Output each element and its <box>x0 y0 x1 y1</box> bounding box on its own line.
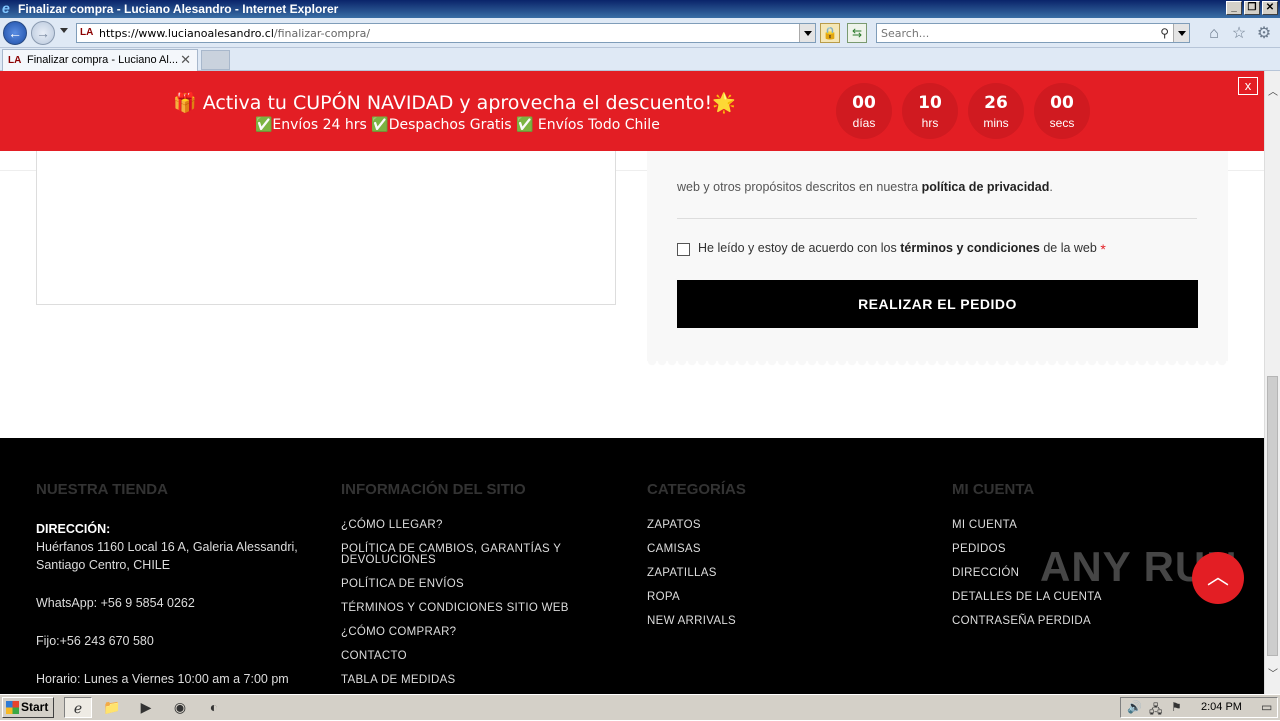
footer-link-mi-cuenta[interactable]: MI CUENTA <box>952 519 1242 531</box>
footer-account-heading: MI CUENTA <box>952 481 1035 498</box>
footer-link-contacto[interactable]: CONTACTO <box>341 650 631 662</box>
clock: 2:04 PM <box>1201 701 1242 713</box>
footer-store: NUESTRA TIENDA DIRECCIÓN: Huérfanos 1160… <box>36 481 326 688</box>
promo-close-button[interactable]: x <box>1238 77 1258 95</box>
back-button[interactable]: ← <box>3 21 27 45</box>
window-title: Finalizar compra - Luciano Alesandro - I… <box>18 2 339 16</box>
footer-categories-heading: CATEGORÍAS <box>647 481 746 498</box>
terms-checkbox[interactable] <box>677 242 690 256</box>
edge-taskbar-icon[interactable]: ◐ <box>200 697 228 718</box>
terms-link[interactable]: términos y condiciones <box>900 241 1040 255</box>
search-icon[interactable]: ⚲ <box>1160 26 1169 40</box>
forward-button[interactable]: → <box>31 21 55 45</box>
restore-button[interactable]: ❐ <box>1244 1 1260 15</box>
page-scrollbar[interactable]: ︿ ﹀ <box>1264 71 1280 694</box>
countdown-days: 00 días <box>836 83 892 139</box>
history-dropdown-icon[interactable] <box>60 28 68 33</box>
scrollbar-thumb[interactable] <box>1267 376 1278 656</box>
terms-row: He leído y estoy de acuerdo con los térm… <box>677 241 1106 257</box>
countdown-hours: 10 hrs <box>902 83 958 139</box>
search-box[interactable]: ⚲ <box>876 23 1190 43</box>
ie-taskbar-icon[interactable]: ℯ <box>64 697 92 718</box>
promo-headline: 🎁 Activa tu CUPÓN NAVIDAD y aprovecha el… <box>173 92 736 114</box>
search-dropdown-icon[interactable] <box>1173 24 1189 42</box>
show-desktop-icon[interactable]: ▭ <box>1261 700 1272 714</box>
footer-store-heading: NUESTRA TIENDA <box>36 481 168 498</box>
whatsapp-number[interactable]: WhatsApp: +56 9 5854 0262 <box>36 594 326 612</box>
address-dropdown-icon[interactable] <box>799 24 815 42</box>
window-titlebar: e Finalizar compra - Luciano Alesandro -… <box>0 0 1280 18</box>
ie-logo-icon: e <box>2 0 10 16</box>
footer-link-zapatos[interactable]: ZAPATOS <box>647 519 937 531</box>
place-order-button[interactable]: REALIZAR EL PEDIDO <box>677 280 1198 328</box>
footer-link-contrasena[interactable]: CONTRASEÑA PERDIDA <box>952 615 1242 627</box>
explorer-taskbar-icon[interactable]: 📁 <box>98 697 126 718</box>
footer-link-terminos[interactable]: TÉRMINOS Y CONDICIONES SITIO WEB <box>341 602 631 614</box>
back-to-top-button[interactable]: ︿ <box>1192 552 1244 604</box>
flag-icon[interactable]: ⚑ <box>1171 700 1182 714</box>
network-icon[interactable]: 🖧 <box>1149 700 1162 721</box>
footer-link-new-arrivals[interactable]: NEW ARRIVALS <box>647 615 937 627</box>
home-icon[interactable]: ⌂ <box>1204 24 1224 44</box>
close-window-button[interactable]: ✕ <box>1262 1 1278 15</box>
chrome-taskbar-icon[interactable]: ◉ <box>166 697 194 718</box>
countdown-seconds: 00 secs <box>1034 83 1090 139</box>
close-tab-icon[interactable]: ✕ <box>180 50 191 70</box>
volume-icon[interactable]: 🔊 <box>1127 700 1142 714</box>
countdown-timer: 00 días 10 hrs 26 mins 00 secs <box>836 83 1090 139</box>
footer-link-cambios[interactable]: POLÍTICA DE CAMBIOS, GARANTÍAS Y DEVOLUC… <box>341 543 581 566</box>
footer-link-zapatillas[interactable]: ZAPATILLAS <box>647 567 937 579</box>
windows-logo-icon <box>6 701 19 714</box>
address-bar[interactable]: LA https://www.lucianoalesandro.cl/final… <box>76 23 816 43</box>
browser-tabbar: LA Finalizar compra - Luciano Al... ✕ <box>0 48 1280 71</box>
divider <box>677 218 1197 219</box>
favorites-star-icon[interactable]: ☆ <box>1229 24 1249 44</box>
lock-icon[interactable]: 🔒 <box>820 23 840 43</box>
search-input[interactable] <box>877 24 1147 42</box>
phone-number[interactable]: Fijo:+56 243 670 580 <box>36 632 326 650</box>
address-line-2: Santiago Centro, CHILE <box>36 558 171 572</box>
site-favicon-icon: LA <box>80 27 94 38</box>
footer-categories: CATEGORÍAS ZAPATOS CAMISAS ZAPATILLAS RO… <box>647 481 937 640</box>
checkout-panel: web y otros propósitos descritos en nues… <box>647 151 1228 367</box>
window-controls: _ ❐ ✕ <box>1226 1 1278 15</box>
footer-info-heading: INFORMACIÓN DEL SITIO <box>341 481 526 498</box>
privacy-notice: web y otros propósitos descritos en nues… <box>677 180 1053 194</box>
start-button[interactable]: Start <box>2 697 54 718</box>
minimize-button[interactable]: _ <box>1226 1 1242 15</box>
footer-link-camisas[interactable]: CAMISAS <box>647 543 937 555</box>
tab-title: Finalizar compra - Luciano Al... <box>27 54 179 66</box>
address-line-1: Huérfanos 1160 Local 16 A, Galeria Aless… <box>36 540 298 554</box>
opening-hours: Horario: Lunes a Viernes 10:00 am a 7:00… <box>36 672 289 686</box>
scroll-up-icon[interactable]: ︿ <box>1265 83 1280 100</box>
footer-link-como-llegar[interactable]: ¿CÓMO LLEGAR? <box>341 519 631 531</box>
new-tab-button[interactable] <box>201 50 230 70</box>
page-viewport: web y otros propósitos descritos en nues… <box>0 71 1264 694</box>
system-tray: 🔊 🖧 ⚑ 2:04 PM ▭ <box>1120 697 1278 718</box>
promo-banner: 🎁 Activa tu CUPÓN NAVIDAD y aprovecha el… <box>0 71 1264 151</box>
tab-finalizar-compra[interactable]: LA Finalizar compra - Luciano Al... ✕ <box>2 49 198 71</box>
footer-link-medidas[interactable]: TABLA DE MEDIDAS <box>341 674 631 686</box>
privacy-policy-link[interactable]: política de privacidad <box>922 180 1050 194</box>
browser-navbar: ← → LA https://www.lucianoalesandro.cl/f… <box>0 18 1280 48</box>
chevron-up-icon: ︿ <box>1206 564 1229 589</box>
footer-link-ropa[interactable]: ROPA <box>647 591 937 603</box>
taskbar: Start ℯ 📁 ▶ ◉ ◐ 🔊 🖧 ⚑ 2:04 PM ▭ <box>0 694 1280 720</box>
media-player-taskbar-icon[interactable]: ▶ <box>132 697 160 718</box>
required-marker: * <box>1100 241 1106 257</box>
refresh-icon[interactable]: ⇆ <box>847 23 867 43</box>
countdown-minutes: 26 mins <box>968 83 1024 139</box>
footer-link-envios[interactable]: POLÍTICA DE ENVÍOS <box>341 578 631 590</box>
address-url[interactable]: https://www.lucianoalesandro.cl/finaliza… <box>99 27 370 40</box>
footer-info: INFORMACIÓN DEL SITIO ¿CÓMO LLEGAR? POLÍ… <box>341 481 631 694</box>
order-summary-box <box>36 151 616 305</box>
terms-label: He leído y estoy de acuerdo con los térm… <box>698 241 1106 257</box>
gear-icon[interactable]: ⚙ <box>1254 24 1274 44</box>
address-label: DIRECCIÓN: <box>36 522 111 536</box>
tab-favicon-icon: LA <box>8 55 22 66</box>
promo-subline: ✅Envíos 24 hrs ✅Despachos Gratis ✅ Envío… <box>255 117 660 133</box>
scroll-down-icon[interactable]: ﹀ <box>1265 665 1280 682</box>
footer-link-como-comprar[interactable]: ¿CÓMO COMPRAR? <box>341 626 631 638</box>
